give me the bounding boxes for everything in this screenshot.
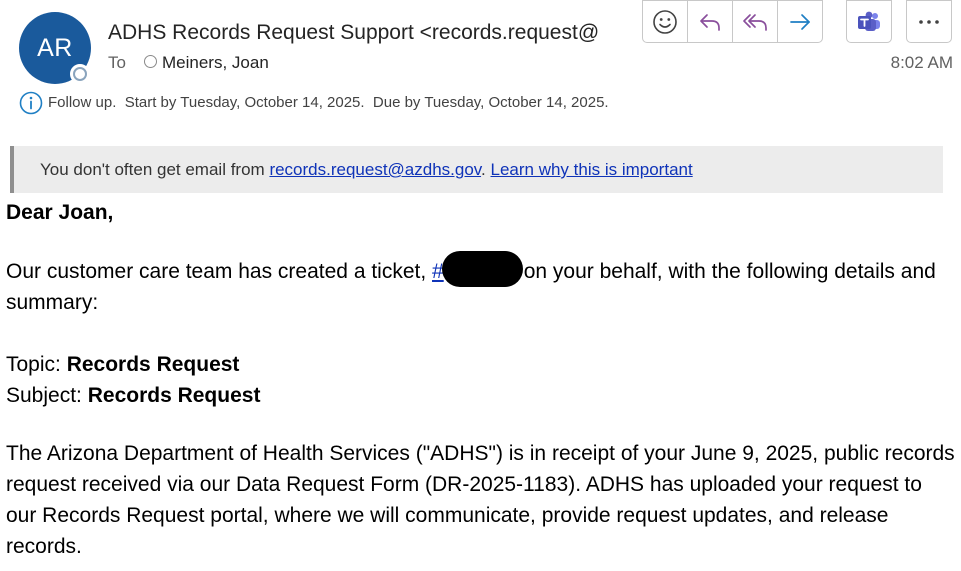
more-icon xyxy=(919,19,939,24)
teams-toolbar xyxy=(846,0,892,43)
redaction-mark xyxy=(441,251,523,288)
subject-line: Subject: Records Request xyxy=(6,380,956,411)
recipient-presence-icon xyxy=(144,55,157,68)
more-actions-button[interactable] xyxy=(906,0,952,43)
external-sender-banner: You don't often get email from records.r… xyxy=(10,146,943,193)
sender-email-link[interactable]: records.request@azdhs.gov xyxy=(269,160,481,179)
learn-why-link[interactable]: Learn why this is important xyxy=(491,160,693,179)
received-time: 8:02 AM xyxy=(890,53,953,72)
banner-separator: . xyxy=(481,160,491,179)
topic-line: Topic: Records Request xyxy=(6,349,956,380)
recipient-name[interactable]: Meiners, Joan xyxy=(162,53,269,73)
banner-prefix: You don't often get email from xyxy=(40,160,270,179)
react-button[interactable] xyxy=(642,0,688,43)
greeting: Dear Joan, xyxy=(6,201,114,224)
emoji-icon xyxy=(653,9,677,34)
message-actions-toolbar xyxy=(642,0,823,43)
reply-button[interactable] xyxy=(687,0,733,43)
forward-icon xyxy=(790,13,810,30)
ticket-paragraph: Our customer care team has created a tic… xyxy=(6,251,956,318)
share-to-teams-button[interactable] xyxy=(846,0,892,43)
reply-icon xyxy=(700,13,720,31)
subject-value: Records Request xyxy=(87,384,261,407)
reply-all-button[interactable] xyxy=(732,0,778,43)
presence-indicator xyxy=(70,64,90,84)
more-toolbar xyxy=(906,0,952,43)
teams-icon xyxy=(858,11,880,31)
to-label: To xyxy=(108,53,126,72)
topic-value: Records Request xyxy=(66,353,240,376)
info-icon xyxy=(19,91,43,115)
topic-label: Topic: xyxy=(6,353,67,376)
subject-label: Subject: xyxy=(6,384,88,407)
follow-up-flag-text: Follow up. Start by Tuesday, October 14,… xyxy=(48,94,609,111)
sender-name[interactable]: ADHS Records Request Support <records.re… xyxy=(108,21,613,45)
ticket-prefix: Our customer care team has created a tic… xyxy=(6,260,433,283)
reply-all-icon xyxy=(743,13,767,31)
receipt-paragraph: The Arizona Department of Health Service… xyxy=(6,442,955,558)
forward-button[interactable] xyxy=(777,0,823,43)
